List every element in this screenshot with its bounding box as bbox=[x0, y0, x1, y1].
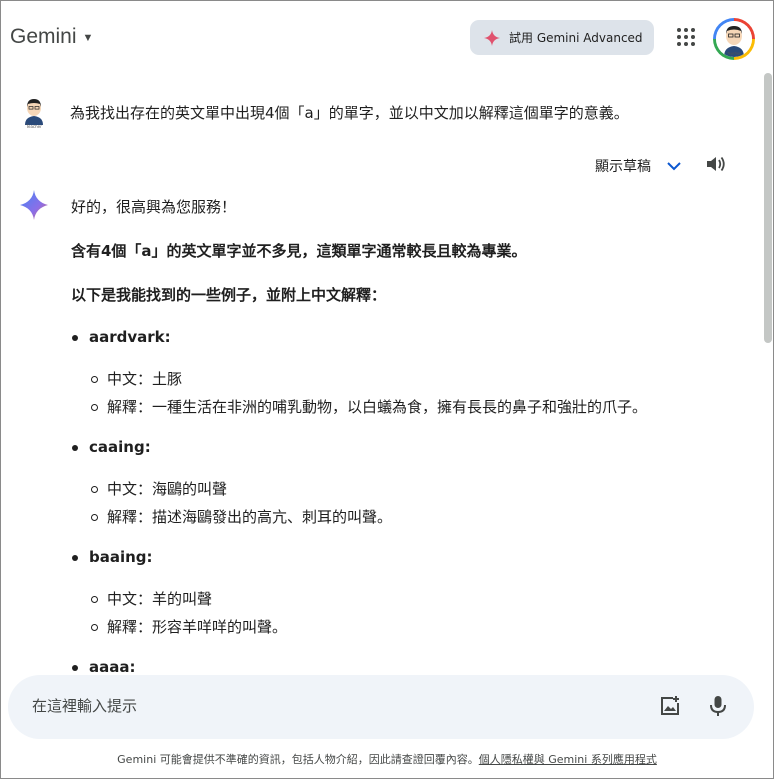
word-chinese: 中文：海鷗的叫聲 bbox=[89, 479, 731, 499]
apps-grid-icon[interactable] bbox=[677, 28, 695, 46]
prompt-input[interactable] bbox=[32, 695, 592, 717]
list-item: aardvark: 中文：土豚 解釋：一種生活在非洲的哺乳動物，以白蟻為食，擁有… bbox=[71, 327, 731, 417]
caret-down-icon: ▼ bbox=[82, 32, 94, 44]
scrollbar[interactable] bbox=[764, 73, 772, 343]
response-greeting: 好的，很高興為您服務！ bbox=[71, 198, 237, 216]
word-term: aardvark: bbox=[89, 328, 171, 346]
show-drafts-label: 顯示草稿 bbox=[595, 159, 651, 175]
response-intro: 含有4個「a」的英文單字並不多見，這類單字通常較長且較為專業。 bbox=[71, 242, 527, 260]
try-advanced-button[interactable]: 試用 Gemini Advanced bbox=[470, 20, 654, 55]
prompt-text: 為我找出存在的英文單中出現4個「a」的單字，並以中文加以解釋這個單字的意義。 bbox=[70, 104, 629, 122]
show-drafts-button[interactable]: 顯示草稿 bbox=[595, 156, 681, 176]
brand-title: Gemini bbox=[10, 25, 77, 48]
response-lead: 以下是我能找到的一些例子，並附上中文解釋： bbox=[71, 286, 387, 304]
word-details: 中文：羊的叫聲 解釋：形容羊咩咩的叫聲。 bbox=[89, 589, 731, 637]
word-term: caaing: bbox=[89, 438, 151, 456]
avatar-caption: Teacher bbox=[726, 52, 741, 56]
word-chinese: 中文：土豚 bbox=[89, 369, 731, 389]
user-avatar: Teacher bbox=[25, 99, 43, 129]
microphone-icon[interactable] bbox=[708, 694, 728, 718]
word-details: 中文：海鷗的叫聲 解釋：描述海鷗發出的高亢、刺耳的叫聲。 bbox=[89, 479, 731, 527]
top-bar: Gemini ▼ 試用 Gemini Advanced Teacher bbox=[1, 1, 773, 73]
word-term: aaaa: bbox=[89, 658, 136, 676]
privacy-link[interactable]: 個人隱私權與 Gemini 系列應用程式 bbox=[479, 753, 657, 766]
word-explanation: 解釋：描述海鷗發出的高亢、刺耳的叫聲。 bbox=[89, 507, 731, 527]
disclaimer-text: Gemini 可能會提供不準確的資訊，包括人物介紹，因此請查證回覆內容。 bbox=[117, 753, 479, 766]
word-explanation: 解釋：形容羊咩咩的叫聲。 bbox=[89, 617, 731, 637]
list-item: caaing: 中文：海鷗的叫聲 解釋：描述海鷗發出的高亢、刺耳的叫聲。 bbox=[71, 437, 731, 527]
chevron-down-icon bbox=[667, 162, 681, 171]
speaker-icon[interactable] bbox=[705, 154, 727, 174]
word-details: 中文：土豚 解釋：一種生活在非洲的哺乳動物，以白蟻為食，擁有長長的鼻子和強壯的爪… bbox=[89, 369, 731, 417]
sparkle-icon bbox=[484, 29, 500, 46]
word-explanation: 解釋：一種生活在非洲的哺乳動物，以白蟻為食，擁有長長的鼻子和強壯的爪子。 bbox=[89, 397, 731, 417]
try-advanced-label: 試用 Gemini Advanced bbox=[509, 31, 643, 45]
account-avatar[interactable]: Teacher bbox=[713, 18, 755, 60]
response-body: 好的，很高興為您服務！ 含有4個「a」的英文單字並不多見，這類單字通常較長且較為… bbox=[71, 197, 731, 699]
add-image-icon[interactable] bbox=[659, 695, 681, 717]
avatar-portrait-icon: Teacher bbox=[716, 21, 752, 57]
model-switcher[interactable]: Gemini ▼ bbox=[10, 25, 93, 49]
word-list: aardvark: 中文：土豚 解釋：一種生活在非洲的哺乳動物，以白蟻為食，擁有… bbox=[71, 327, 731, 677]
footer-disclaimer: Gemini 可能會提供不準確的資訊，包括人物介紹，因此請查證回覆內容。個人隱私… bbox=[1, 751, 773, 767]
gemini-sparkle-icon bbox=[20, 190, 48, 220]
list-item: aaaa: bbox=[71, 657, 731, 677]
user-avatar-caption: Teacher bbox=[25, 124, 42, 129]
word-chinese: 中文：羊的叫聲 bbox=[89, 589, 731, 609]
word-term: baaing: bbox=[89, 548, 153, 566]
list-item: baaing: 中文：羊的叫聲 解釋：形容羊咩咩的叫聲。 bbox=[71, 547, 731, 637]
prompt-input-bar bbox=[8, 675, 754, 739]
